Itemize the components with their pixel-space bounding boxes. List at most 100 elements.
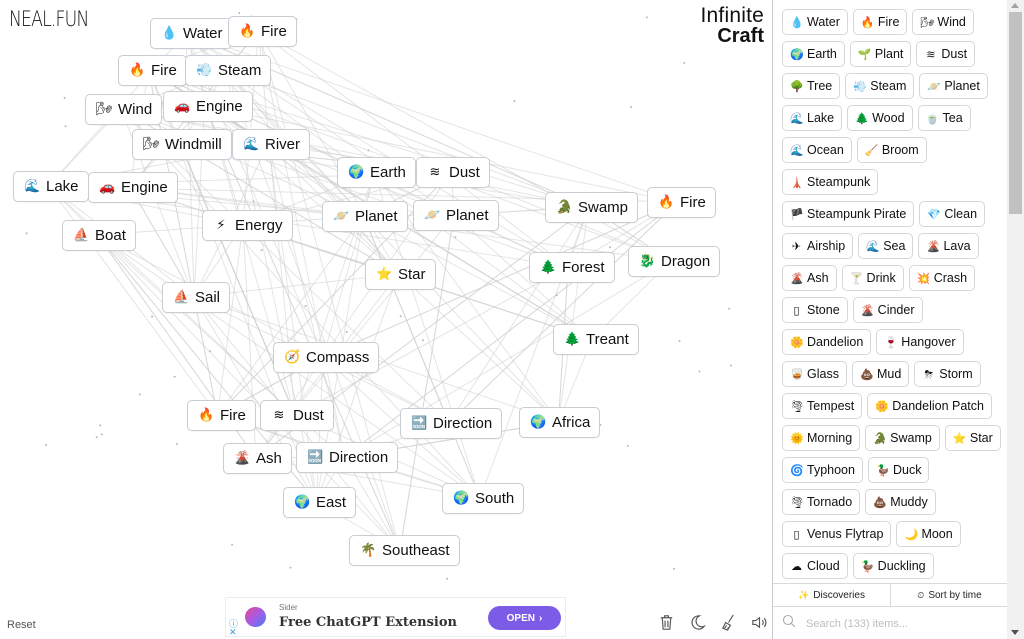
- sidebar-item-wind[interactable]: 🌬 Wind: [912, 9, 974, 35]
- canvas-element-dust-1[interactable]: ≋ Dust: [416, 157, 490, 188]
- sidebar-item-duck[interactable]: 🦆 Duck: [867, 457, 930, 483]
- canvas-element-sail-1[interactable]: ⛵ Sail: [162, 282, 231, 313]
- sidebar-item-steampunk-pirate[interactable]: 🏴 Steampunk Pirate: [782, 201, 915, 227]
- sidebar-item-typhoon[interactable]: 🌀 Typhoon: [782, 457, 863, 483]
- sidebar-item-ocean[interactable]: 🌊 Ocean: [782, 137, 852, 163]
- sidebar-item-mud[interactable]: 💩 Mud: [851, 361, 910, 387]
- canvas-element-water-1[interactable]: 💧 Water: [150, 18, 233, 49]
- sidebar-item-label: Star: [969, 431, 993, 445]
- broom-icon[interactable]: [719, 613, 738, 632]
- canvas-element-steam-1[interactable]: 💨 Steam: [185, 55, 272, 86]
- canvas-element-fire-2[interactable]: 🔥 Fire: [118, 55, 187, 86]
- sidebar-item-glass[interactable]: 🥃 Glass: [782, 361, 847, 387]
- sidebar-item-tempest[interactable]: 🌪 Tempest: [782, 393, 863, 419]
- canvas-element-direction-2[interactable]: 🔜 Direction: [296, 442, 399, 473]
- canvas-element-fire-1[interactable]: 🔥 Fire: [228, 16, 297, 47]
- canvas-element-energy-1[interactable]: ⚡ Energy: [202, 210, 293, 241]
- scroll-up-arrow-icon[interactable]: [1011, 3, 1019, 8]
- sidebar-item-clean[interactable]: 💎 Clean: [919, 201, 986, 227]
- canvas-element-southeast-1[interactable]: 🌴 Southeast: [349, 535, 460, 566]
- sidebar-item-dandelion-patch[interactable]: 🌼 Dandelion Patch: [867, 393, 992, 419]
- sidebar-item-steam[interactable]: 💨 Steam: [845, 73, 915, 99]
- sidebar-item-ash[interactable]: 🌋 Ash: [782, 265, 837, 291]
- canvas-element-boat-1[interactable]: ⛵ Boat: [62, 220, 136, 251]
- crocodile-icon: 🐊: [873, 431, 887, 445]
- canvas-element-east-1[interactable]: 🌍 East: [283, 487, 357, 518]
- ad-close-icon[interactable]: ✕: [229, 627, 237, 638]
- sidebar-item-cloud[interactable]: ☁ Cloud: [782, 553, 848, 579]
- sidebar-scrollbar[interactable]: [1007, 0, 1024, 639]
- sidebar-item-planet[interactable]: 🪐 Planet: [919, 73, 988, 99]
- canvas-element-lake-1[interactable]: 🌊 Lake: [13, 171, 89, 202]
- sidebar-item-crash[interactable]: 💥 Crash: [908, 265, 976, 291]
- canvas-element-engine-2[interactable]: 🚗 Engine: [88, 172, 178, 203]
- scrollbar-thumb[interactable]: [1009, 12, 1022, 214]
- sidebar-item-airship[interactable]: ✈ Airship: [782, 233, 854, 259]
- tab-discoveries[interactable]: ✨ Discoveries: [773, 584, 890, 606]
- sidebar-item-label: Muddy: [890, 495, 928, 509]
- sidebar-item-lava[interactable]: 🌋 Lava: [918, 233, 979, 259]
- canvas-element-treant-1[interactable]: 🌲 Treant: [553, 324, 639, 355]
- sidebar-item-tea[interactable]: 🍵 Tea: [917, 105, 971, 131]
- sidebar-item-drink[interactable]: 🍸 Drink: [841, 265, 904, 291]
- canvas-element-africa-1[interactable]: 🌍 Africa: [519, 407, 601, 438]
- sidebar-item-sea[interactable]: 🌊 Sea: [858, 233, 914, 259]
- ad-banner[interactable]: ⓘ ✕ Sider Free ChatGPT Extension OPEN ›: [225, 597, 566, 637]
- canvas-element-river-1[interactable]: 🌊 River: [232, 129, 311, 160]
- canvas-element-direction-1[interactable]: 🔜 Direction: [400, 408, 503, 439]
- particle-dot: [209, 350, 211, 353]
- canvas-element-planet-2[interactable]: 🪐 Planet: [413, 200, 499, 231]
- sidebar-item-stone[interactable]: ▯ Stone: [782, 297, 848, 323]
- reset-button[interactable]: Reset: [7, 619, 36, 631]
- sidebar-item-swamp[interactable]: 🐊 Swamp: [865, 425, 940, 451]
- sidebar-item-label: Duck: [892, 463, 922, 477]
- sidebar-item-wood[interactable]: 🌲 Wood: [847, 105, 913, 131]
- sidebar-item-duckling[interactable]: 🦆 Duckling: [852, 553, 934, 579]
- sidebar-item-tornado[interactable]: 🌪 Tornado: [782, 489, 861, 515]
- crafting-canvas[interactable]: NEAL.FUN Infinite Craft 💧 Water 🔥 Fire 🔥 Fire…: [0, 0, 772, 639]
- sidebar-item-steampunk[interactable]: 🗼 Steampunk: [782, 169, 879, 195]
- canvas-element-windmill-1[interactable]: 🌬 Windmill: [132, 129, 232, 160]
- canvas-element-dust-2[interactable]: ≋ Dust: [260, 400, 334, 431]
- sidebar-item-venus-flytrap[interactable]: ▯ Venus Flytrap: [782, 521, 892, 547]
- sidebar-item-fire[interactable]: 🔥 Fire: [852, 9, 908, 35]
- sidebar-item-dust[interactable]: ≋ Dust: [916, 41, 976, 67]
- ad-open-button[interactable]: OPEN ›: [488, 606, 561, 630]
- canvas-element-fire-3[interactable]: 🔥 Fire: [647, 187, 716, 218]
- neal-fun-logo[interactable]: NEAL.FUN: [9, 7, 89, 31]
- sidebar-item-earth[interactable]: 🌍 Earth: [782, 41, 845, 67]
- canvas-element-compass-1[interactable]: 🧭 Compass: [273, 342, 380, 373]
- ad-headline[interactable]: Free ChatGPT Extension: [279, 615, 457, 630]
- scroll-down-arrow-icon[interactable]: [1011, 630, 1019, 635]
- sidebar-item-plant[interactable]: 🌱 Plant: [849, 41, 912, 67]
- sidebar-item-water[interactable]: 💧 Water: [782, 9, 848, 35]
- sidebar-item-cinder[interactable]: 🌋 Cinder: [852, 297, 923, 323]
- trash-icon[interactable]: [657, 613, 676, 632]
- sidebar-item-moon[interactable]: 🌙 Moon: [896, 521, 961, 547]
- canvas-element-earth-1[interactable]: 🌍 Earth: [337, 157, 416, 188]
- sidebar-item-hangover[interactable]: 🍷 Hangover: [876, 329, 964, 355]
- sidebar-item-tree[interactable]: 🌳 Tree: [782, 73, 841, 99]
- sidebar-item-morning[interactable]: 🌞 Morning: [782, 425, 861, 451]
- sidebar-item-broom[interactable]: 🧹 Broom: [856, 137, 927, 163]
- canvas-element-star-1[interactable]: ⭐ Star: [365, 259, 436, 290]
- tab-sort-by-time[interactable]: ⏲ Sort by time: [890, 584, 1008, 606]
- sidebar-item-storm[interactable]: ⛈ Storm: [914, 361, 981, 387]
- sidebar-item-dandelion[interactable]: 🌼 Dandelion: [782, 329, 872, 355]
- canvas-element-south-1[interactable]: 🌍 South: [442, 483, 525, 514]
- canvas-element-dragon-1[interactable]: 🐉 Dragon: [628, 246, 721, 277]
- canvas-element-planet-1[interactable]: 🪐 Planet: [322, 201, 408, 232]
- canvas-element-fire-4[interactable]: 🔥 Fire: [187, 400, 256, 431]
- particle-dot: [399, 315, 402, 318]
- canvas-element-engine-1[interactable]: 🚗 Engine: [163, 91, 253, 122]
- canvas-element-forest-1[interactable]: 🌲 Forest: [529, 252, 615, 283]
- sidebar-item-star[interactable]: ⭐ Star: [944, 425, 1001, 451]
- sidebar-item-lake[interactable]: 🌊 Lake: [782, 105, 843, 131]
- canvas-element-ash-1[interactable]: 🌋 Ash: [223, 443, 292, 474]
- search-input[interactable]: [804, 616, 994, 631]
- sound-icon[interactable]: [750, 613, 769, 632]
- sidebar-item-muddy[interactable]: 💩 Muddy: [865, 489, 936, 515]
- canvas-element-swamp-1[interactable]: 🐊 Swamp: [545, 192, 639, 223]
- moon-icon[interactable]: [688, 613, 707, 632]
- canvas-element-wind-1[interactable]: 🌬 Wind: [85, 94, 163, 125]
